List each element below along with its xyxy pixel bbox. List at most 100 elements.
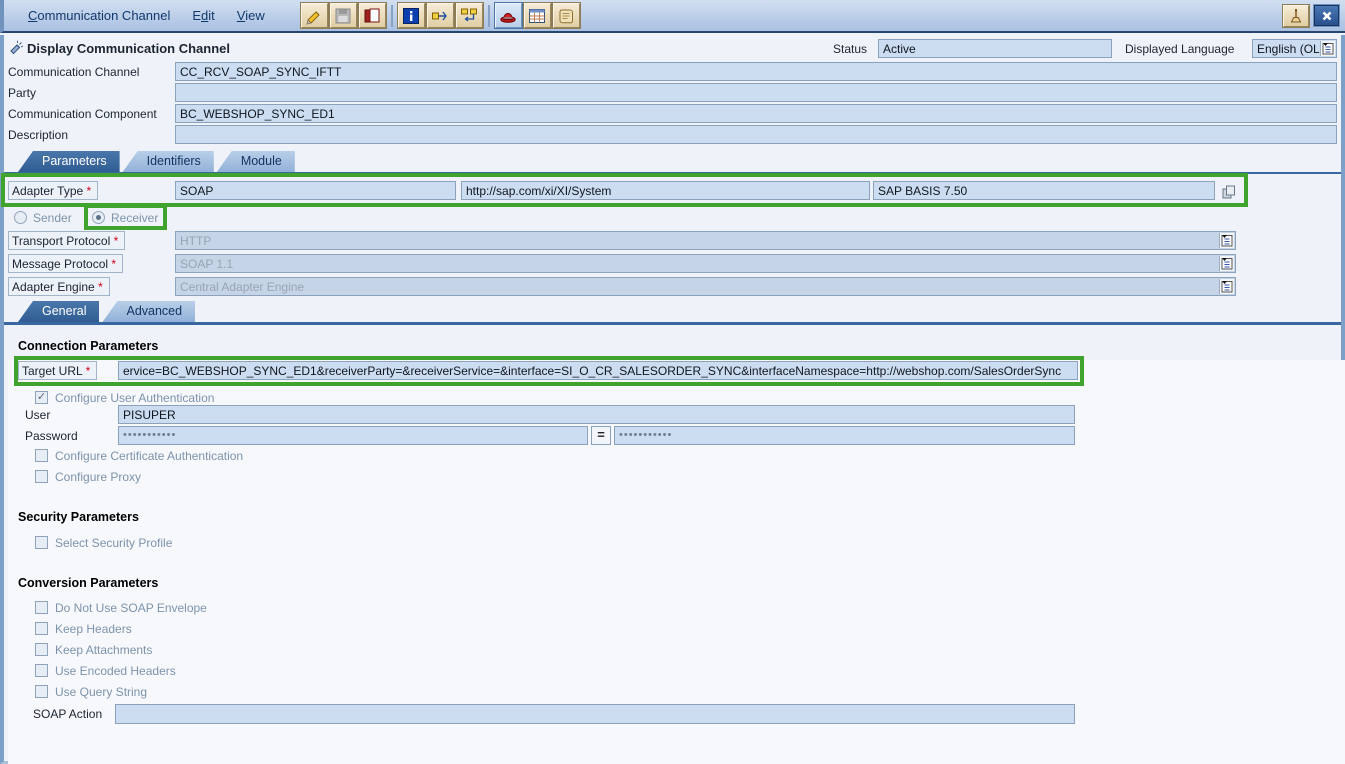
navigation-arrows-icon (430, 6, 450, 26)
communication-channel-label: Communication Channel (8, 65, 139, 79)
table-view-icon (527, 6, 547, 26)
party-field[interactable] (175, 83, 1337, 102)
adapter-engine-dropdown[interactable]: Central Adapter Engine (175, 277, 1236, 296)
close-button[interactable] (1314, 5, 1339, 26)
connection-parameters-title: Connection Parameters (18, 339, 158, 353)
configure-certificate-checkbox[interactable] (35, 449, 48, 462)
description-label: Description (8, 128, 68, 142)
where-used-button[interactable] (456, 3, 483, 28)
sender-label: Sender (33, 211, 72, 225)
dropdown-icon[interactable] (1219, 256, 1234, 271)
displayed-language-dropdown[interactable]: English (OL) (1252, 39, 1337, 58)
edit-pencil-button[interactable] (301, 3, 328, 28)
adapter-namespace-field[interactable]: http://sap.com/xi/XI/System (461, 181, 870, 200)
communication-channel-field[interactable]: CC_RCV_SOAP_SYNC_IFTT (175, 62, 1337, 81)
password-confirm-field[interactable]: ••••••••••• (614, 426, 1075, 445)
message-protocol-dropdown[interactable]: SOAP 1.1 (175, 254, 1236, 273)
configure-user-auth-checkbox[interactable]: ✓ (35, 391, 48, 404)
party-label: Party (8, 86, 36, 100)
dropdown-icon[interactable] (1320, 41, 1335, 56)
use-encoded-headers-label: Use Encoded Headers (55, 664, 176, 678)
keep-headers-checkbox[interactable] (35, 622, 48, 635)
display-hat-button[interactable] (495, 3, 522, 28)
sap-window: Communication Channel Edit View (0, 0, 1345, 764)
configure-proxy-label: Configure Proxy (55, 470, 141, 484)
toolbar-separator (488, 5, 490, 27)
receiver-radio[interactable] (92, 211, 105, 224)
info-icon (401, 6, 421, 26)
do-not-use-soap-envelope-checkbox[interactable] (35, 601, 48, 614)
main-tabstrip: Parameters Identifiers Module (18, 151, 298, 172)
user-field[interactable]: PISUPER (118, 405, 1075, 424)
dropdown-icon[interactable] (1219, 279, 1234, 294)
security-parameters-title: Security Parameters (18, 510, 139, 524)
description-field[interactable] (175, 125, 1337, 144)
tab-identifiers[interactable]: Identifiers (123, 151, 214, 172)
close-icon (1320, 9, 1334, 23)
save-icon (333, 6, 353, 26)
select-security-profile-checkbox[interactable] (35, 536, 48, 549)
menubar: Communication Channel Edit View (0, 0, 1345, 33)
table-view-button[interactable] (524, 3, 551, 28)
window-buttons (1283, 5, 1339, 27)
configure-certificate-label: Configure Certificate Authentication (55, 449, 243, 463)
transport-protocol-dropdown[interactable]: HTTP (175, 231, 1236, 250)
adapter-type-label[interactable]: Adapter Type * (8, 181, 98, 200)
copy-icon (362, 6, 382, 26)
page-title: Display Communication Channel (27, 41, 230, 56)
sub-tab-divider (4, 322, 1341, 325)
keep-attachments-label: Keep Attachments (55, 643, 152, 657)
save-button[interactable] (330, 3, 357, 28)
adapter-swcv-field[interactable]: SAP BASIS 7.50 (873, 181, 1215, 200)
password-field[interactable]: ••••••••••• (118, 426, 588, 445)
toolbar (301, 3, 582, 28)
password-equals-button[interactable]: = (591, 426, 611, 445)
password-label: Password (25, 429, 78, 443)
configure-user-auth-label: Configure User Authentication (55, 391, 214, 405)
sender-radio[interactable] (14, 211, 27, 224)
status-field[interactable]: Active (878, 39, 1112, 58)
target-url-label[interactable]: Target URL * (18, 361, 97, 380)
communication-component-label: Communication Component (8, 107, 157, 121)
log-scroll-icon (556, 6, 576, 26)
configure-proxy-checkbox[interactable] (35, 470, 48, 483)
soap-action-field[interactable] (115, 704, 1075, 724)
copy-value-icon[interactable] (1220, 183, 1237, 200)
edit-pencil-icon (304, 6, 324, 26)
use-query-string-checkbox[interactable] (35, 685, 48, 698)
tab-advanced[interactable]: Advanced (102, 301, 195, 322)
sub-tabstrip: General Advanced (18, 301, 198, 322)
displayed-language-label: Displayed Language (1125, 42, 1234, 56)
log-scroll-button[interactable] (553, 3, 580, 28)
use-query-string-label: Use Query String (55, 685, 147, 699)
menu-view[interactable]: View (237, 8, 265, 23)
select-security-profile-label: Select Security Profile (55, 536, 172, 550)
dropdown-icon[interactable] (1219, 233, 1234, 248)
adapter-type-field[interactable]: SOAP (175, 181, 456, 200)
tab-general[interactable]: General (18, 301, 99, 322)
adapter-engine-label[interactable]: Adapter Engine * (8, 277, 110, 296)
receiver-label: Receiver (111, 211, 158, 225)
use-encoded-headers-checkbox[interactable] (35, 664, 48, 677)
copy-button[interactable] (359, 3, 386, 28)
info-button[interactable] (398, 3, 425, 28)
keep-attachments-checkbox[interactable] (35, 643, 48, 656)
communication-channel-icon (9, 40, 24, 55)
navigation-arrows-button[interactable] (427, 3, 454, 28)
menu-communication-channel[interactable]: Communication Channel (28, 8, 170, 23)
tab-module[interactable]: Module (217, 151, 295, 172)
pin-button[interactable] (1283, 5, 1309, 27)
keep-headers-label: Keep Headers (55, 622, 132, 636)
main-tab-divider (4, 172, 1341, 174)
message-protocol-label[interactable]: Message Protocol * (8, 254, 123, 273)
pin-icon (1287, 7, 1305, 25)
menu-edit[interactable]: Edit (192, 8, 214, 23)
transport-protocol-label[interactable]: Transport Protocol * (8, 231, 125, 250)
soap-action-label: SOAP Action (33, 707, 102, 721)
target-url-field[interactable]: ervice=BC_WEBSHOP_SYNC_ED1&receiverParty… (118, 361, 1078, 380)
communication-component-field[interactable]: BC_WEBSHOP_SYNC_ED1 (175, 104, 1337, 123)
toolbar-separator (391, 5, 393, 27)
tab-parameters[interactable]: Parameters (18, 151, 120, 172)
conversion-parameters-title: Conversion Parameters (18, 576, 158, 590)
do-not-use-soap-envelope-label: Do Not Use SOAP Envelope (55, 601, 207, 615)
